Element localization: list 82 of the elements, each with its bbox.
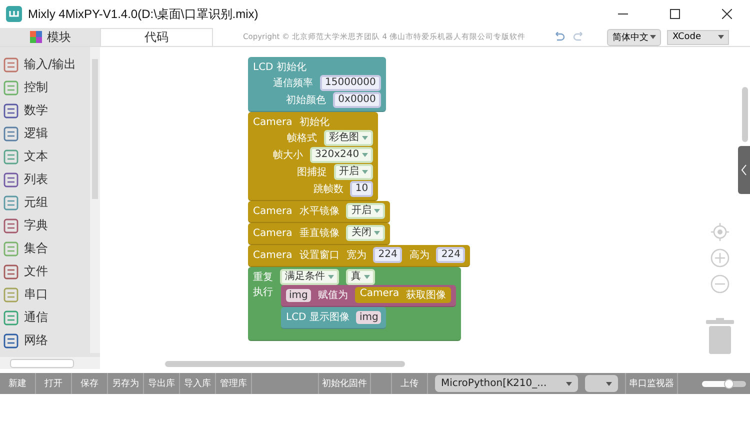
close-icon[interactable] xyxy=(722,9,732,19)
scrollbar[interactable] xyxy=(165,361,405,367)
block-dropdown[interactable]: 关闭 xyxy=(346,225,386,241)
block-dropdown[interactable]: 彩色图 xyxy=(324,130,374,146)
tab[interactable]: 模块 xyxy=(0,28,100,46)
tab[interactable]: 代码 xyxy=(100,28,213,46)
block-label: Camera xyxy=(253,116,292,128)
block-label: 初始颜色 xyxy=(286,94,326,107)
number-field[interactable]: 10 xyxy=(350,181,374,197)
block-dropdown[interactable]: 满足条件 xyxy=(280,269,339,285)
center-icon[interactable] xyxy=(710,222,730,242)
trash-icon[interactable] xyxy=(706,318,734,354)
chevron-icon xyxy=(741,164,747,176)
redo-icon[interactable] xyxy=(573,32,586,42)
code-block[interactable]: LCD 初始化 通信频率 15000000 初始颜色 0x0000 xyxy=(248,57,386,112)
number-field[interactable]: 15000000 xyxy=(320,75,381,91)
block-label: 通信频率 xyxy=(273,76,313,90)
number-field[interactable]: 224 xyxy=(436,247,466,263)
code-block[interactable]: img 赋值为 Camera 获取图像 xyxy=(281,285,456,307)
block-label: 跳帧数 xyxy=(313,182,344,196)
block-label: 设置窗口 xyxy=(299,248,340,262)
app-logo-icon xyxy=(6,6,22,22)
category-item[interactable]: 数学 xyxy=(0,99,90,122)
block-label: Camera xyxy=(360,288,400,301)
code-block[interactable]: Camera 垂直镜像 关闭 xyxy=(248,223,390,245)
variable-chip[interactable]: img xyxy=(356,310,382,324)
category-item[interactable]: 输入/输出 xyxy=(0,53,90,76)
zoom-in-icon[interactable] xyxy=(710,248,730,268)
theme-select[interactable]: XCode xyxy=(667,30,730,44)
undo-icon[interactable] xyxy=(553,32,566,42)
scrollbar[interactable] xyxy=(90,47,100,353)
block-label: 获取图像 xyxy=(406,288,446,302)
scrollbar[interactable] xyxy=(0,357,100,369)
block-label: 水平镜像 xyxy=(299,204,340,218)
block-label: LCD 显示图像 xyxy=(286,311,350,324)
block-label: Camera xyxy=(253,206,292,216)
board-select[interactable]: MicroPython[K210_... xyxy=(435,375,578,392)
code-block[interactable]: LCD 显示图像 img xyxy=(281,307,386,329)
code-block[interactable]: Camera 初始化 帧格式 彩色图 帧大小 320x240 图捕捉 开启 跳帧数 10 xyxy=(248,112,378,201)
collapse-button[interactable] xyxy=(738,146,750,194)
block-label: 赋值为 xyxy=(318,288,348,302)
category-item[interactable]: 文本 xyxy=(0,145,90,168)
category-item[interactable]: 列表 xyxy=(0,168,90,191)
block-label: LCD 初始化 xyxy=(253,60,306,74)
zoom-slider[interactable] xyxy=(702,380,746,386)
window-title: Mixly 4MixPY-V1.4.0(D:\桌面\口罩识别.mix) xyxy=(28,6,260,22)
code-block[interactable]: Camera 设置窗口 宽为 224 高为 224 xyxy=(248,245,470,267)
maximize-icon[interactable] xyxy=(670,9,680,19)
zoom-out-icon[interactable] xyxy=(710,274,730,294)
port-select[interactable] xyxy=(585,375,618,392)
block-dropdown[interactable]: 开启 xyxy=(334,164,374,180)
category-item[interactable]: 串口 xyxy=(0,283,90,306)
block-label: Camera xyxy=(253,250,292,260)
block-label: 高为 xyxy=(409,248,430,262)
loop-block[interactable]: 重复 满足条件 真 执行 img 赋值为 Camera 获取图像 LCD 显示图像 img xyxy=(248,267,462,341)
category-item[interactable]: 字典 xyxy=(0,214,90,237)
category-item[interactable]: 控制 xyxy=(0,76,90,99)
category-item[interactable]: 通信 xyxy=(0,306,90,329)
squares-icon xyxy=(29,30,43,44)
block-label: 帧格式 xyxy=(287,132,318,145)
number-field[interactable]: 0x0000 xyxy=(333,92,381,108)
block-label: 初始化 xyxy=(299,116,330,129)
block-label: 宽为 xyxy=(346,248,366,262)
block-dropdown[interactable]: 开启 xyxy=(346,203,386,219)
language-button[interactable]: 简体中文 xyxy=(607,28,662,46)
block-dropdown[interactable]: 真 xyxy=(346,269,375,285)
scrollbar[interactable] xyxy=(742,87,748,142)
category-item[interactable]: 元组 xyxy=(0,191,90,214)
block-label: 图捕捉 xyxy=(297,166,328,179)
block-label: 重复 xyxy=(253,270,273,284)
category-item[interactable]: 网络 xyxy=(0,329,90,352)
number-field[interactable]: 224 xyxy=(373,247,402,263)
category-item[interactable]: 文件 xyxy=(0,260,90,283)
code-block[interactable]: Camera 水平镜像 开启 xyxy=(248,201,390,223)
category-item[interactable]: 逻辑 xyxy=(0,122,90,145)
block-label: 垂直镜像 xyxy=(299,226,340,240)
block-dropdown[interactable]: 320x240 xyxy=(310,147,374,163)
variable-chip[interactable]: img xyxy=(286,288,311,302)
category-item[interactable]: 集合 xyxy=(0,237,90,260)
block-label: 帧大小 xyxy=(273,148,303,162)
block-label: 执行 xyxy=(253,286,273,299)
block-label: Camera xyxy=(253,228,292,238)
